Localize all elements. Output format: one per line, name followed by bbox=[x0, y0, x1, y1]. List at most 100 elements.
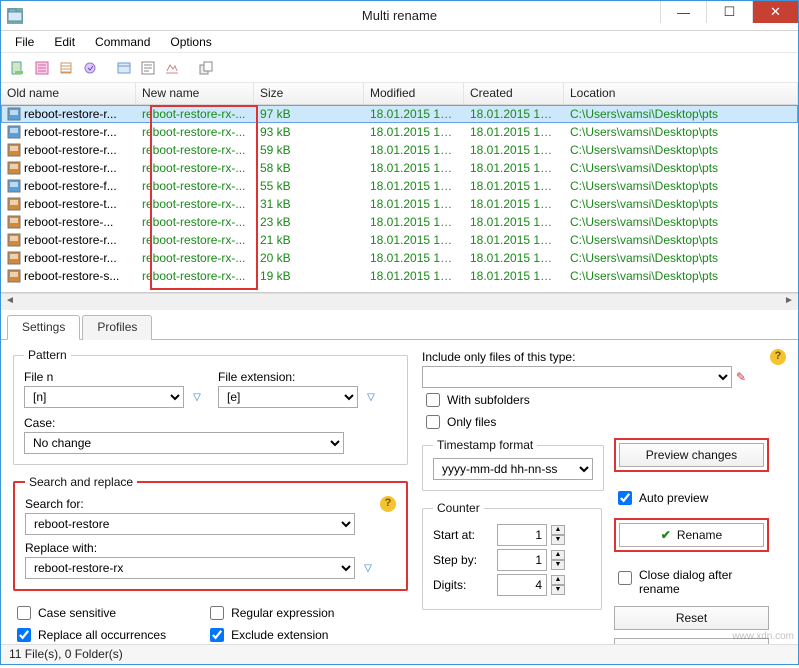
location-cell: C:\Users\vamsi\Desktop\pts bbox=[564, 269, 798, 283]
filter-icon[interactable]: ✎ bbox=[736, 370, 746, 384]
table-row[interactable]: reboot-restore-r...reboot-restore-rx-...… bbox=[1, 249, 798, 267]
old-name-cell: reboot-restore-s... bbox=[24, 269, 119, 283]
timestamp-select[interactable]: yyyy-mm-dd hh-nn-ss bbox=[433, 458, 593, 480]
rename-button[interactable]: ✔Rename bbox=[619, 523, 764, 547]
spin-up[interactable]: ▲ bbox=[551, 525, 565, 535]
replace-all-check[interactable] bbox=[17, 628, 31, 642]
toolbar bbox=[1, 53, 798, 83]
table-row[interactable]: reboot-restore-t...reboot-restore-rx-...… bbox=[1, 195, 798, 213]
table-row[interactable]: reboot-restore-...reboot-restore-rx-...2… bbox=[1, 213, 798, 231]
file-ext-insert-icon[interactable]: ▽ bbox=[362, 388, 380, 406]
spin-down[interactable]: ▼ bbox=[551, 535, 565, 545]
modified-cell: 18.01.2015 19:... bbox=[364, 107, 464, 121]
col-new-name[interactable]: New name bbox=[136, 83, 254, 104]
new-name-cell: reboot-restore-rx-... bbox=[136, 179, 254, 193]
file-n-insert-icon[interactable]: ▽ bbox=[188, 388, 206, 406]
step-by-label: Step by: bbox=[433, 553, 493, 567]
table-row[interactable]: reboot-restore-r...reboot-restore-rx-...… bbox=[1, 159, 798, 177]
exclude-ext-label: Exclude extension bbox=[231, 628, 328, 642]
digits-input[interactable] bbox=[497, 574, 547, 596]
exclude-ext-check[interactable] bbox=[210, 628, 224, 642]
col-size[interactable]: Size bbox=[254, 83, 364, 104]
menubar: File Edit Command Options bbox=[1, 31, 798, 53]
toolbar-btn-8[interactable] bbox=[195, 57, 217, 79]
created-cell: 18.01.2015 14:... bbox=[464, 269, 564, 283]
spin-up[interactable]: ▲ bbox=[551, 575, 565, 585]
col-location[interactable]: Location bbox=[564, 83, 798, 104]
spin-down[interactable]: ▼ bbox=[551, 585, 565, 595]
case-sensitive-check[interactable] bbox=[17, 606, 31, 620]
search-for-select[interactable]: reboot-restore bbox=[25, 513, 355, 535]
regex-check[interactable] bbox=[210, 606, 224, 620]
h-scrollbar[interactable]: ◄► bbox=[1, 293, 798, 310]
counter-legend: Counter bbox=[433, 501, 484, 515]
minimize-button[interactable]: — bbox=[660, 1, 706, 23]
table-row[interactable]: reboot-restore-s...reboot-restore-rx-...… bbox=[1, 267, 798, 285]
new-name-cell: reboot-restore-rx-... bbox=[136, 107, 254, 121]
menu-file[interactable]: File bbox=[5, 33, 44, 51]
status-bar: 11 File(s), 0 Folder(s) bbox=[1, 644, 798, 664]
created-cell: 18.01.2015 14:... bbox=[464, 215, 564, 229]
help-icon[interactable]: ? bbox=[380, 496, 396, 512]
created-cell: 18.01.2015 19:... bbox=[464, 125, 564, 139]
location-cell: C:\Users\vamsi\Desktop\pts bbox=[564, 197, 798, 211]
reset-button[interactable]: Reset bbox=[614, 606, 769, 630]
step-by-input[interactable] bbox=[497, 549, 547, 571]
col-old-name[interactable]: Old name bbox=[1, 83, 136, 104]
menu-edit[interactable]: Edit bbox=[44, 33, 85, 51]
tab-settings[interactable]: Settings bbox=[7, 315, 80, 340]
replace-with-label: Replace with: bbox=[25, 541, 396, 555]
close-button[interactable]: ✕ bbox=[752, 1, 798, 23]
settings-panel: Pattern File n [n] ▽ File extension: bbox=[1, 340, 798, 668]
toolbar-btn-6[interactable] bbox=[137, 57, 159, 79]
spin-up[interactable]: ▲ bbox=[551, 550, 565, 560]
only-files-check[interactable] bbox=[426, 415, 440, 429]
menu-command[interactable]: Command bbox=[85, 33, 160, 51]
spin-down[interactable]: ▼ bbox=[551, 560, 565, 570]
created-cell: 18.01.2015 14:... bbox=[464, 251, 564, 265]
auto-preview-check[interactable] bbox=[618, 491, 632, 505]
old-name-cell: reboot-restore-r... bbox=[24, 143, 117, 157]
toolbar-btn-3[interactable] bbox=[55, 57, 77, 79]
tab-profiles[interactable]: Profiles bbox=[82, 315, 152, 340]
case-sensitive-label: Case sensitive bbox=[38, 606, 116, 620]
file-n-select[interactable]: [n] bbox=[24, 386, 184, 408]
menu-options[interactable]: Options bbox=[160, 33, 221, 51]
with-subfolders-label: With subfolders bbox=[447, 393, 530, 407]
new-name-cell: reboot-restore-rx-... bbox=[136, 197, 254, 211]
file-ext-select[interactable]: [e] bbox=[218, 386, 358, 408]
start-at-label: Start at: bbox=[433, 528, 493, 542]
maximize-button[interactable]: ☐ bbox=[706, 1, 752, 23]
search-replace-legend: Search and replace bbox=[25, 475, 137, 489]
toolbar-btn-7[interactable] bbox=[161, 57, 183, 79]
preview-changes-button[interactable]: Preview changes bbox=[619, 443, 764, 467]
created-cell: 18.01.2015 19:... bbox=[464, 179, 564, 193]
toolbar-btn-1[interactable] bbox=[7, 57, 29, 79]
old-name-cell: reboot-restore-r... bbox=[24, 107, 117, 121]
include-type-select[interactable] bbox=[422, 366, 732, 388]
table-row[interactable]: reboot-restore-f...reboot-restore-rx-...… bbox=[1, 177, 798, 195]
replace-with-select[interactable]: reboot-restore-rx bbox=[25, 557, 355, 579]
start-at-input[interactable] bbox=[497, 524, 547, 546]
old-name-cell: reboot-restore-r... bbox=[24, 125, 117, 139]
help-icon-include[interactable]: ? bbox=[770, 349, 786, 365]
new-name-cell: reboot-restore-rx-... bbox=[136, 233, 254, 247]
with-subfolders-check[interactable] bbox=[426, 393, 440, 407]
modified-cell: 18.01.2015 19:... bbox=[364, 233, 464, 247]
column-headers[interactable]: Old name New name Size Modified Created … bbox=[1, 83, 798, 105]
table-row[interactable]: reboot-restore-r... reboot-restore-rx-...… bbox=[1, 105, 798, 123]
created-cell: 18.01.2015 14:... bbox=[464, 161, 564, 175]
col-modified[interactable]: Modified bbox=[364, 83, 464, 104]
toolbar-btn-2[interactable] bbox=[31, 57, 53, 79]
replace-with-insert-icon[interactable]: ▽ bbox=[359, 559, 377, 577]
col-created[interactable]: Created bbox=[464, 83, 564, 104]
close-dialog-check[interactable] bbox=[618, 571, 632, 585]
table-row[interactable]: reboot-restore-r...reboot-restore-rx-...… bbox=[1, 123, 798, 141]
size-cell: 97 kB bbox=[254, 107, 364, 121]
file-icon bbox=[7, 269, 21, 283]
case-select[interactable]: No change bbox=[24, 432, 344, 454]
table-row[interactable]: reboot-restore-r...reboot-restore-rx-...… bbox=[1, 141, 798, 159]
table-row[interactable]: reboot-restore-r...reboot-restore-rx-...… bbox=[1, 231, 798, 249]
toolbar-btn-5[interactable] bbox=[113, 57, 135, 79]
toolbar-btn-4[interactable] bbox=[79, 57, 101, 79]
